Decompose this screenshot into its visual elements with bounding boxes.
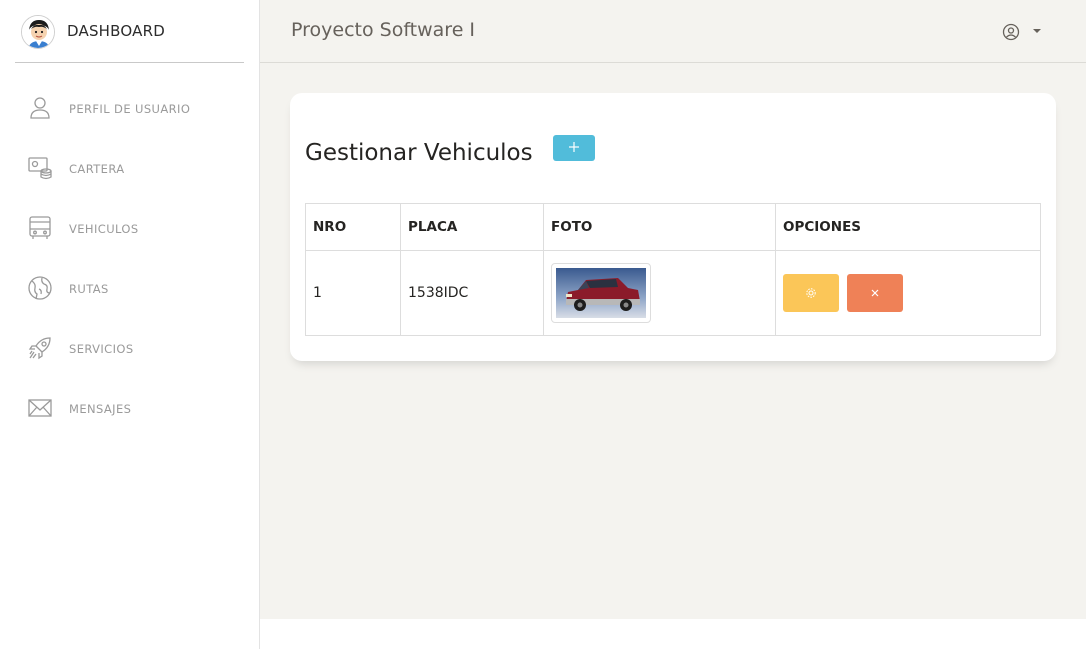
brand[interactable]: DASHBOARD (15, 0, 244, 63)
rocket-icon (27, 335, 53, 361)
topbar: Proyecto Software I (260, 0, 1086, 63)
delete-vehicle-button[interactable] (847, 274, 904, 312)
section-title: Gestionar Vehiculos (305, 140, 533, 166)
add-vehicle-button[interactable] (553, 135, 595, 161)
column-header-nro: NRO (305, 203, 401, 251)
sidebar-item-servicios[interactable]: SERVICIOS (0, 318, 259, 378)
vehicles-table: NRO PLACA FOTO OPCIONES 1 1538IDC (305, 203, 1041, 336)
table-header-row: NRO PLACA FOTO OPCIONES (305, 203, 1041, 251)
cell-foto (543, 250, 776, 336)
sidebar-item-label: MENSAJES (69, 402, 132, 416)
sidebar-item-label: RUTAS (69, 282, 109, 296)
edit-vehicle-button[interactable] (783, 274, 839, 312)
user-menu-toggle[interactable] (1002, 21, 1046, 43)
cell-placa: 1538IDC (400, 250, 544, 336)
user-icon (27, 95, 53, 121)
sidebar-item-label: CARTERA (69, 162, 125, 176)
column-header-placa: PLACA (400, 203, 544, 251)
sidebar-item-label: VEHICULOS (69, 222, 139, 236)
plus-icon (568, 141, 580, 156)
cell-opciones (775, 250, 1041, 336)
column-header-opciones: OPCIONES (775, 203, 1041, 251)
sidebar-item-label: PERFIL DE USUARIO (69, 102, 191, 116)
sidebar-item-rutas[interactable]: RUTAS (0, 258, 259, 318)
chevron-down-icon (1033, 29, 1041, 33)
sidebar-item-label: SERVICIOS (69, 342, 134, 356)
avatar-icon (21, 15, 55, 49)
bus-icon (27, 215, 53, 241)
mail-icon (27, 395, 53, 421)
vehicles-card: Gestionar Vehiculos NRO PLACA FOTO OPCIO… (290, 93, 1056, 361)
column-header-foto: FOTO (543, 203, 776, 251)
sidebar-item-mensajes[interactable]: MENSAJES (0, 378, 259, 438)
wallet-icon (27, 155, 53, 181)
sidebar: DASHBOARD PERFIL DE USUARIO CARTERA VEHI… (0, 0, 260, 649)
sidebar-item-perfil[interactable]: PERFIL DE USUARIO (0, 78, 259, 138)
close-icon (847, 274, 903, 312)
sidebar-item-cartera[interactable]: CARTERA (0, 138, 259, 198)
page-title: Proyecto Software I (291, 19, 476, 41)
cell-nro: 1 (305, 250, 401, 336)
user-circle-icon (1002, 23, 1020, 41)
sidebar-item-vehiculos[interactable]: VEHICULOS (0, 198, 259, 258)
brand-name: DASHBOARD (67, 22, 165, 40)
table-row: 1 1538IDC (305, 250, 1041, 336)
globe-icon (27, 275, 53, 301)
sidebar-nav: PERFIL DE USUARIO CARTERA VEHICULOS RUTA… (0, 78, 259, 438)
gear-icon (783, 274, 839, 312)
vehicle-photo[interactable] (551, 263, 651, 323)
footer (260, 619, 1086, 649)
